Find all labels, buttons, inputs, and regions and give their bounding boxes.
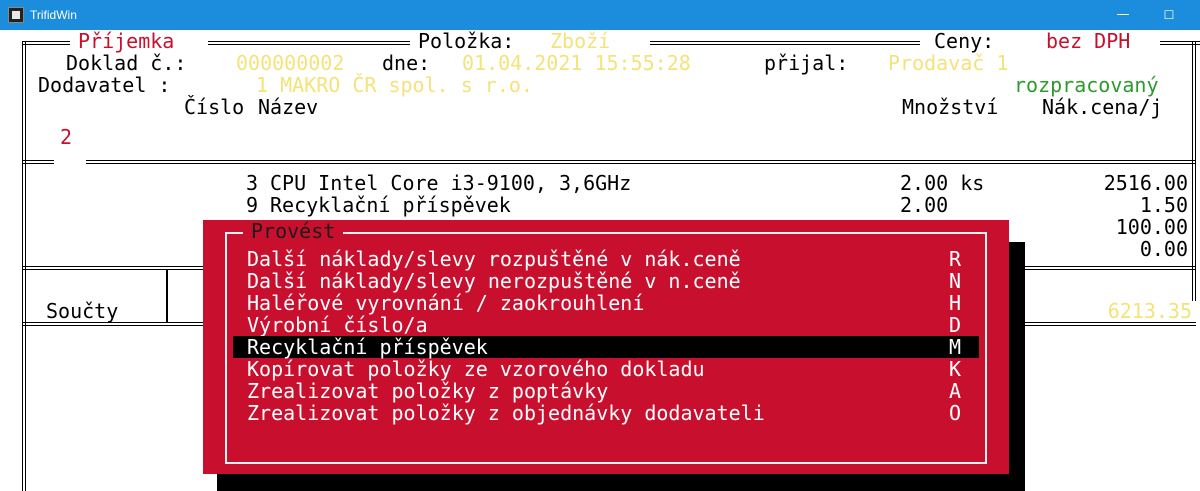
window-title: TrifidWin — [30, 8, 77, 22]
menu-item-d[interactable]: Výrobní číslo/a D — [233, 314, 979, 336]
totals-label: Součty — [46, 299, 119, 323]
item-value: Zboží — [550, 30, 611, 53]
menu-item-label: Další náklady/slevy rozpuštěné v nák.cen… — [247, 247, 741, 271]
menu-item-shortcut: M — [949, 335, 962, 359]
menu-item-label: Haléřové vyrovnání / zaokrouhlení — [247, 291, 645, 315]
menu-item-shortcut: H — [949, 291, 962, 315]
totals-top-line — [1009, 266, 1196, 270]
date-label: dne: — [382, 51, 431, 75]
menu-item-shortcut: O — [949, 401, 962, 425]
menu-title: Provést — [243, 220, 344, 242]
doc-number-value: 000000002 — [236, 51, 345, 75]
app-icon — [8, 7, 24, 23]
frame-top-line — [208, 41, 410, 45]
received-value: Prodavač 1 — [888, 51, 1009, 75]
menu-item-shortcut: A — [949, 379, 962, 403]
frame-top-line — [650, 41, 920, 45]
menu-item-a[interactable]: Zrealizovat položky z poptávky A — [233, 380, 979, 402]
menu-item-shortcut: N — [949, 269, 962, 293]
item-count: 2 — [60, 125, 73, 149]
app-window: TrifidWin — ☐ Příjemka Položka: Zboží Ce… — [0, 0, 1200, 491]
row-quantity: 2.00 — [900, 193, 949, 217]
minimize-button[interactable]: — — [1100, 0, 1146, 30]
menu-item-o[interactable]: Zrealizovat položky z objednávky dodavat… — [233, 402, 979, 424]
row-quantity: 2.00 ks — [900, 171, 985, 195]
supplier-value: 1 MAKRO ČR spol. s r.o. — [256, 73, 533, 97]
menu-item-m[interactable]: Recyklační příspěvek M — [233, 336, 979, 358]
row-price: 0.00 — [1139, 237, 1188, 261]
row-price: 2516.00 — [1103, 171, 1188, 195]
console-area: Příjemka Položka: Zboží Ceny: bez DPH Do… — [0, 30, 1200, 491]
frame-separator-line — [86, 160, 1196, 164]
menu-item-label: Další náklady/slevy nerozpuštěné v n.cen… — [247, 269, 741, 293]
row-number: 3 — [246, 171, 259, 195]
menu-item-r[interactable]: Další náklady/slevy rozpuštěné v nák.cen… — [233, 248, 979, 270]
doc-number-label: Doklad č.: — [66, 51, 187, 75]
column-header-number: Číslo — [184, 95, 245, 119]
row-name[interactable]: CPU Intel Core i3-9100, 3,6GHz — [270, 172, 631, 194]
maximize-button[interactable]: ☐ — [1146, 0, 1192, 30]
menu-item-label: Kopírovat položky ze vzorového dokladu — [247, 357, 705, 381]
frame-separator-line — [22, 160, 54, 164]
prices-value: bez DPH — [1046, 30, 1131, 53]
menu-item-h[interactable]: Haléřové vyrovnání / zaokrouhlení H — [233, 292, 979, 314]
menu-item-label: Recyklační příspěvek — [247, 335, 488, 359]
menu-item-shortcut: K — [949, 357, 962, 381]
row-name[interactable]: Recyklační příspěvek — [270, 194, 511, 216]
section-title: Příjemka — [78, 30, 175, 53]
column-header-price: Nák.cena/j — [1042, 95, 1163, 119]
item-label: Položka: — [418, 30, 515, 53]
date-value: 01.04.2021 15:55:28 — [462, 51, 691, 75]
status-label: rozpracovaný — [1014, 73, 1159, 97]
column-header-quantity: Množství — [902, 95, 999, 119]
title-bar[interactable]: TrifidWin — ☐ — [0, 0, 1200, 30]
received-label: přijal: — [764, 51, 849, 75]
menu-item-shortcut: D — [949, 313, 962, 337]
totals-value: 6213.35 — [1107, 299, 1192, 323]
menu-item-label: Zrealizovat položky z objednávky dodavat… — [247, 401, 765, 425]
close-button[interactable] — [1192, 0, 1200, 30]
menu-item-k[interactable]: Kopírovat položky ze vzorového dokladu K — [233, 358, 979, 380]
totals-divider — [166, 270, 168, 322]
action-menu: Provést Další náklady/slevy rozpuštěné v… — [203, 220, 1009, 474]
row-price: 1.50 — [1139, 193, 1188, 217]
prices-label: Ceny: — [934, 30, 995, 53]
supplier-label: Dodavatel : — [38, 73, 171, 97]
column-header-name: Název — [258, 95, 319, 119]
row-price: 100.00 — [1115, 215, 1188, 239]
menu-item-shortcut: R — [949, 247, 962, 271]
row-number: 9 — [246, 193, 259, 217]
menu-item-n[interactable]: Další náklady/slevy nerozpuštěné v n.cen… — [233, 270, 979, 292]
menu-item-label: Výrobní číslo/a — [247, 313, 428, 337]
totals-top-line — [22, 266, 208, 270]
menu-item-label: Zrealizovat položky z poptávky — [247, 379, 609, 403]
frame-right-line — [1192, 41, 1196, 301]
frame-top-line — [22, 41, 70, 45]
